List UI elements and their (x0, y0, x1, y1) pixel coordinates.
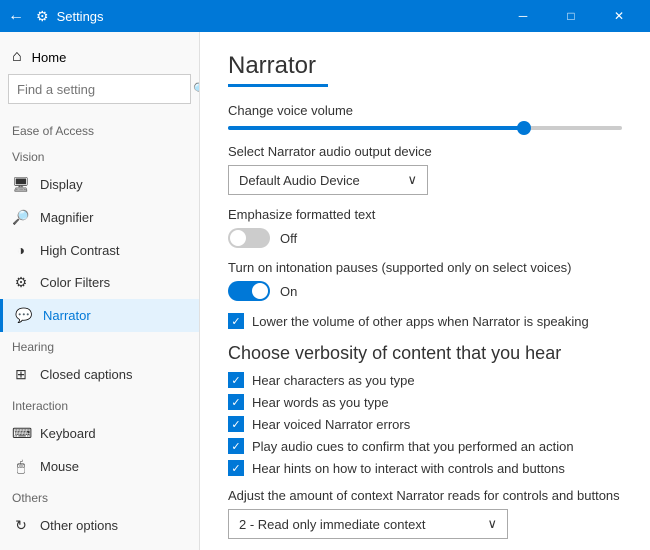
context-amount-value: 2 - Read only immediate context (239, 517, 425, 532)
narrator-label: Narrator (43, 308, 91, 323)
hear-errors-label: Hear voiced Narrator errors (252, 417, 410, 432)
audio-cues-checkbox[interactable]: ✓ (228, 438, 244, 454)
home-icon: ⌂ (12, 48, 22, 66)
main-content: Narrator Change voice volume Select Narr… (200, 32, 650, 550)
lower-volume-label: Lower the volume of other apps when Narr… (252, 314, 589, 329)
home-label: Home (32, 50, 67, 65)
context-amount-chevron-icon: ∨ (487, 516, 497, 532)
sidebar-item-narrator[interactable]: 💬 Narrator (0, 299, 199, 332)
magnifier-icon: 🔎 (12, 209, 30, 226)
search-icon: 🔍 (193, 82, 200, 96)
sidebar-item-other-options[interactable]: ↻ Other options (0, 509, 199, 542)
audio-device-label: Select Narrator audio output device (228, 144, 622, 159)
hear-chars-checkbox[interactable]: ✓ (228, 372, 244, 388)
sidebar-item-color-filters[interactable]: ⚙ Color Filters (0, 266, 199, 299)
closed-captions-label: Closed captions (40, 367, 133, 382)
context-amount-dropdown[interactable]: 2 - Read only immediate context ∨ (228, 509, 508, 539)
sidebar-item-closed-captions[interactable]: ⊞ Closed captions (0, 358, 199, 391)
lower-volume-checkbox[interactable]: ✓ (228, 313, 244, 329)
hear-errors-checkbox[interactable]: ✓ (228, 416, 244, 432)
sidebar-item-mouse[interactable]: 🖱 Mouse (0, 450, 199, 483)
checkbox-hear-hints[interactable]: ✓ Hear hints on how to interact with con… (228, 460, 622, 476)
other-options-icon: ↻ (12, 517, 30, 534)
hear-hints-label: Hear hints on how to interact with contr… (252, 461, 565, 476)
color-filters-label: Color Filters (40, 275, 110, 290)
keyboard-label: Keyboard (40, 426, 96, 441)
minimize-button[interactable]: ─ (500, 0, 546, 32)
intonation-toggle-row: On (228, 281, 622, 301)
display-icon: 🖥 (12, 176, 30, 193)
sidebar: ⌂ Home 🔍 Ease of Access Vision 🖥 Display… (0, 32, 200, 550)
hear-words-label: Hear words as you type (252, 395, 389, 410)
page-title: Narrator (228, 52, 622, 80)
sidebar-item-display[interactable]: 🖥 Display (0, 168, 199, 201)
checkbox-hear-errors[interactable]: ✓ Hear voiced Narrator errors (228, 416, 622, 432)
keyboard-icon: ⌨ (12, 425, 30, 442)
context-amount-section: Adjust the amount of context Narrator re… (228, 488, 622, 539)
voice-volume-slider[interactable] (228, 126, 622, 130)
hear-chars-label: Hear characters as you type (252, 373, 415, 388)
audio-device-dropdown[interactable]: Default Audio Device ∨ (228, 165, 428, 195)
hearing-label: Hearing (0, 332, 199, 358)
window-title: Settings (57, 9, 104, 24)
intonation-toggle-label: On (280, 284, 297, 299)
closed-captions-icon: ⊞ (12, 366, 30, 383)
mouse-label: Mouse (40, 459, 79, 474)
magnifier-label: Magnifier (40, 210, 93, 225)
high-contrast-label: High Contrast (40, 243, 119, 258)
color-filters-icon: ⚙ (12, 274, 30, 291)
context-amount-label: Adjust the amount of context Narrator re… (228, 488, 622, 503)
search-input[interactable] (17, 82, 193, 97)
high-contrast-icon: ◑ (12, 242, 30, 258)
other-options-label: Other options (40, 518, 118, 533)
chevron-down-icon: ∨ (407, 172, 417, 188)
emphasize-toggle-row: Off (228, 228, 622, 248)
interaction-label: Interaction (0, 391, 199, 417)
hear-hints-checkbox[interactable]: ✓ (228, 460, 244, 476)
emphasize-toggle[interactable] (228, 228, 270, 248)
voice-volume-section: Change voice volume (228, 103, 622, 130)
audio-cues-label: Play audio cues to confirm that you perf… (252, 439, 574, 454)
title-bar: ← ⚙ Settings ─ □ ✕ (0, 0, 650, 32)
hear-words-checkbox[interactable]: ✓ (228, 394, 244, 410)
lower-volume-row[interactable]: ✓ Lower the volume of other apps when Na… (228, 313, 622, 329)
emphasize-label: Emphasize formatted text (228, 207, 622, 222)
checkbox-audio-cues[interactable]: ✓ Play audio cues to confirm that you pe… (228, 438, 622, 454)
settings-gear-icon: ⚙ (36, 8, 49, 25)
intonation-label: Turn on intonation pauses (supported onl… (228, 260, 622, 275)
verbosity-heading: Choose verbosity of content that you hea… (228, 343, 622, 364)
accent-bar (228, 84, 328, 87)
display-label: Display (40, 177, 83, 192)
checkbox-hear-chars[interactable]: ✓ Hear characters as you type (228, 372, 622, 388)
others-label: Others (0, 483, 199, 509)
voice-volume-label: Change voice volume (228, 103, 622, 118)
audio-device-value: Default Audio Device (239, 173, 360, 188)
checkbox-hear-words[interactable]: ✓ Hear words as you type (228, 394, 622, 410)
mouse-icon: 🖱 (12, 458, 30, 475)
close-button[interactable]: ✕ (596, 0, 642, 32)
ease-of-access-label: Ease of Access (0, 116, 199, 142)
vision-label: Vision (0, 142, 199, 168)
maximize-button[interactable]: □ (548, 0, 594, 32)
sidebar-item-magnifier[interactable]: 🔎 Magnifier (0, 201, 199, 234)
back-icon[interactable]: ← (8, 7, 24, 25)
sidebar-item-high-contrast[interactable]: ◑ High Contrast (0, 234, 199, 266)
intonation-toggle[interactable] (228, 281, 270, 301)
sidebar-item-keyboard[interactable]: ⌨ Keyboard (0, 417, 199, 450)
sidebar-home[interactable]: ⌂ Home (0, 32, 199, 74)
narrator-icon: 💬 (15, 307, 33, 324)
emphasize-toggle-label: Off (280, 231, 297, 246)
search-box[interactable]: 🔍 (8, 74, 191, 104)
